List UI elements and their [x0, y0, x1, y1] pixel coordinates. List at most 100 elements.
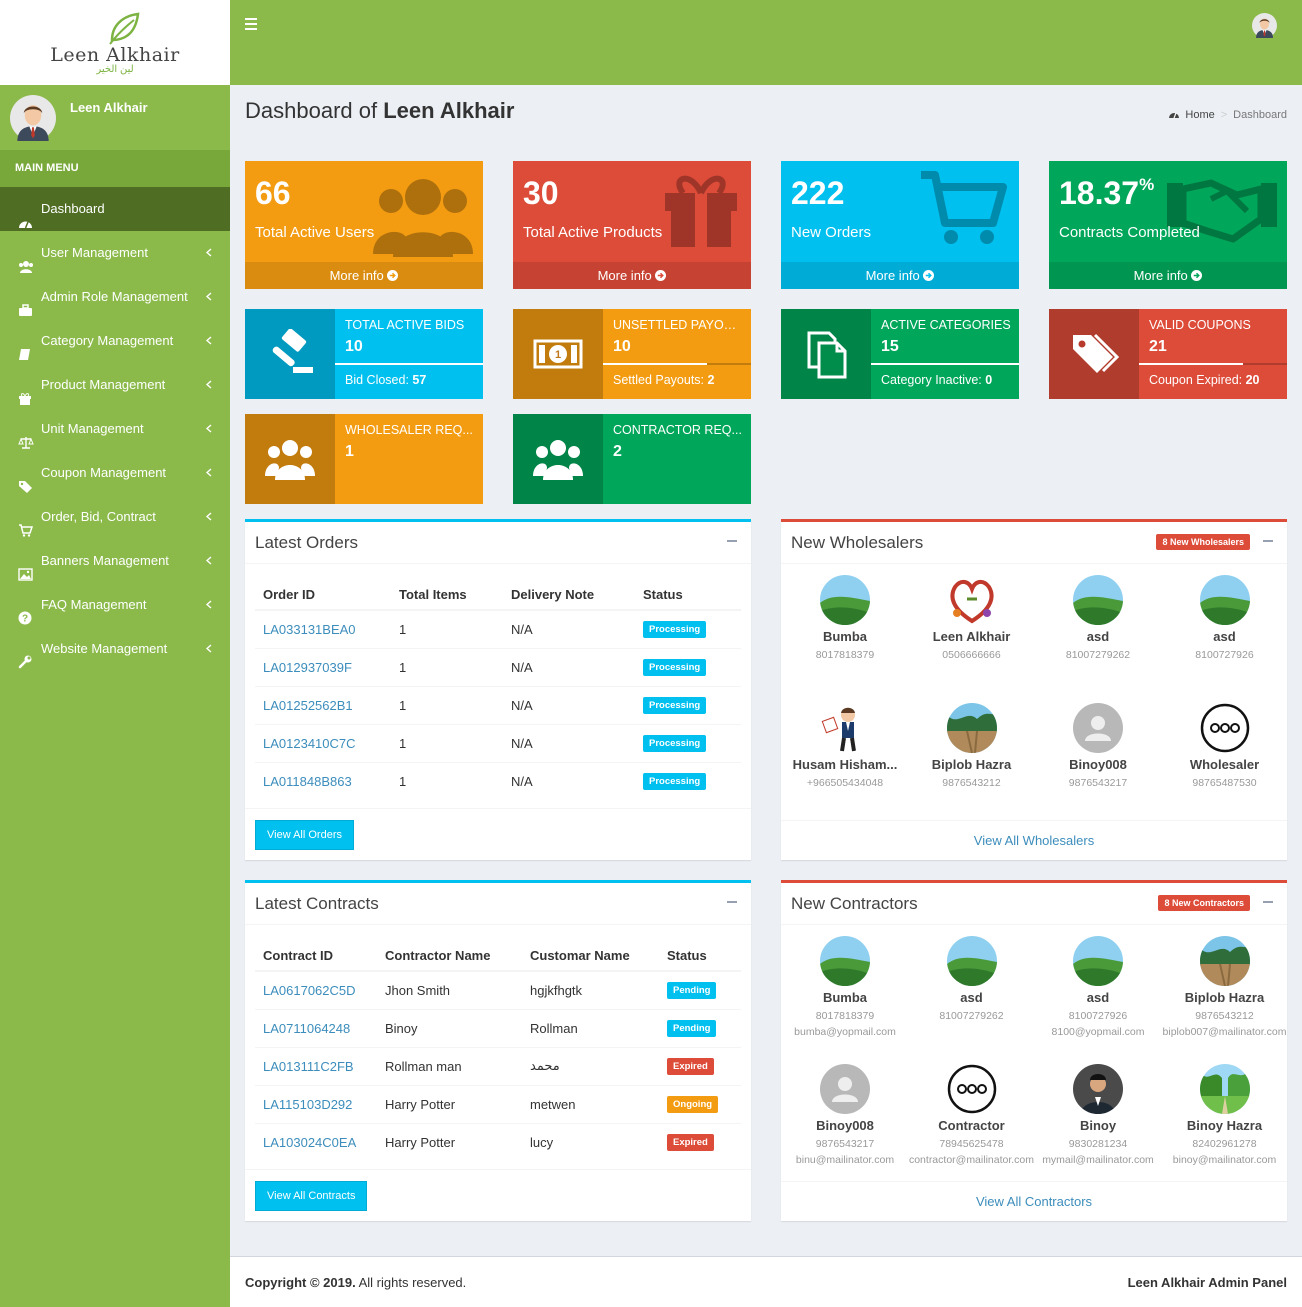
contract-id-link[interactable]: LA0711064248: [263, 1021, 350, 1036]
sidebar-item-order-bid-contract[interactable]: Order, Bid, Contract: [0, 495, 230, 539]
stat-value: 222: [791, 175, 845, 211]
user-card[interactable]: asd 8100727926: [1162, 575, 1288, 661]
contract-id-link[interactable]: LA0617062C5D: [263, 983, 356, 998]
gift-icon: [661, 169, 741, 252]
user-name[interactable]: Leen Alkhair: [909, 629, 1035, 644]
column-header: Customar Name: [522, 941, 659, 972]
user-name[interactable]: Biplob Hazra: [1162, 990, 1288, 1005]
user-avatar[interactable]: [946, 1064, 997, 1114]
user-name[interactable]: Contractor: [909, 1118, 1035, 1133]
contract-id-link[interactable]: LA013111C2FB: [263, 1059, 354, 1074]
status-badge: Processing: [643, 697, 707, 714]
user-card[interactable]: Contractor 78945625478 contractor@mailinat…: [909, 1064, 1035, 1166]
user-avatar[interactable]: [1199, 575, 1250, 625]
user-avatar[interactable]: [946, 575, 997, 625]
user-card[interactable]: Bumba 8017818379: [782, 575, 908, 661]
more-info-link[interactable]: More info: [513, 262, 751, 289]
sidebar-toggle-icon[interactable]: [245, 18, 257, 30]
user-card[interactable]: Bumba 8017818379 bumba@yopmail.com: [782, 936, 908, 1038]
more-info-link[interactable]: More info: [1049, 262, 1287, 289]
user-avatar[interactable]: [1199, 1064, 1250, 1114]
user-name[interactable]: asd: [1162, 629, 1288, 644]
user-avatar[interactable]: [820, 936, 870, 986]
order-id-link[interactable]: LA011848B863: [263, 774, 352, 789]
user-card[interactable]: asd 8100727926 8100@yopmail.com: [1035, 936, 1161, 1038]
user-name[interactable]: Biplob Hazra: [909, 757, 1035, 772]
user-card[interactable]: Binoy008 9876543217 binu@mailinator.com: [782, 1064, 908, 1166]
table-row: LA013111C2FB Rollman man محمد Expired: [255, 1046, 741, 1085]
collapse-icon[interactable]: [727, 901, 737, 903]
user-avatar[interactable]: [946, 936, 997, 986]
user-avatar[interactable]: [820, 703, 870, 753]
order-id-link[interactable]: LA033131BEA0: [263, 622, 356, 637]
user-card[interactable]: Wholesaler 98765487530: [1162, 703, 1288, 789]
sidebar-item-dashboard[interactable]: Dashboard: [0, 187, 230, 231]
user-avatar[interactable]: [1073, 1064, 1123, 1114]
contract-id-link[interactable]: LA103024C0EA: [263, 1135, 356, 1150]
user-name[interactable]: Binoy: [1035, 1118, 1161, 1133]
user-name[interactable]: asd: [909, 990, 1035, 1005]
user-avatar[interactable]: [1199, 703, 1250, 753]
collapse-icon[interactable]: [1263, 540, 1273, 542]
user-avatar[interactable]: [1252, 13, 1277, 38]
sidebar-item-admin-role-management[interactable]: Admin Role Management: [0, 275, 230, 319]
user-name[interactable]: asd: [1035, 990, 1161, 1005]
user-card[interactable]: Biplob Hazra 9876543212: [909, 703, 1035, 789]
user-avatar[interactable]: [1199, 936, 1250, 986]
book-icon: [18, 335, 34, 360]
view-all-wholesalers-link[interactable]: View All Wholesalers: [781, 820, 1287, 860]
user-avatar[interactable]: [1073, 936, 1123, 986]
stat-label: Total Active Products: [523, 224, 663, 241]
user-card[interactable]: Husam Hisham... +966505434048: [782, 703, 908, 789]
status-badge: Processing: [643, 659, 707, 676]
user-card[interactable]: asd 81007279262: [909, 936, 1035, 1038]
panel-title: Latest Orders: [255, 533, 358, 552]
user-avatar[interactable]: [1073, 575, 1123, 625]
user-name[interactable]: asd: [1035, 629, 1161, 644]
user-name[interactable]: Husam Hisham...: [782, 757, 908, 772]
user-name[interactable]: Binoy008: [782, 1118, 908, 1133]
user-email: contractor@mailinator.com: [908, 1154, 1035, 1166]
sidebar-item-user-management[interactable]: User Management: [0, 231, 230, 275]
sidebar-item-product-management[interactable]: Product Management: [0, 363, 230, 407]
logo[interactable]: Leen Alkhair لين الخير: [0, 0, 230, 85]
order-id-link[interactable]: LA01252562B1: [263, 698, 353, 713]
breadcrumb-home[interactable]: Home: [1185, 109, 1214, 121]
sidebar-item-coupon-management[interactable]: Coupon Management: [0, 451, 230, 495]
sidebar-item-website-management[interactable]: Website Management: [0, 627, 230, 671]
user-card[interactable]: Binoy008 9876543217: [1035, 703, 1161, 789]
order-id-link[interactable]: LA012937039F: [263, 660, 352, 675]
user-name[interactable]: Binoy Hazra: [1162, 1118, 1288, 1133]
collapse-icon[interactable]: [1263, 901, 1273, 903]
user-avatar[interactable]: [1073, 703, 1123, 753]
user-card[interactable]: Binoy 9830281234 mymail@mailinator.com: [1035, 1064, 1161, 1166]
user-avatar[interactable]: [820, 1064, 870, 1114]
briefcase-icon: [18, 291, 34, 316]
user-name[interactable]: Wholesaler: [1162, 757, 1288, 772]
user-card[interactable]: Leen Alkhair 0506666666: [909, 575, 1035, 661]
stat-box: 18.37% Contracts Completed More info: [1049, 161, 1287, 289]
contract-id-link[interactable]: LA115103D292: [263, 1097, 352, 1112]
user-name[interactable]: Bumba: [782, 629, 908, 644]
user-avatar[interactable]: [946, 703, 997, 753]
user-card[interactable]: Biplob Hazra 9876543212 biplob007@mailinat…: [1162, 936, 1288, 1038]
sidebar-item-category-management[interactable]: Category Management: [0, 319, 230, 363]
order-id-link[interactable]: LA0123410C7C: [263, 736, 356, 751]
more-info-link[interactable]: More info: [781, 262, 1019, 289]
view-all-orders-button[interactable]: View All Orders: [255, 820, 354, 850]
sidebar-item-banners-management[interactable]: Banners Management: [0, 539, 230, 583]
user-card[interactable]: Binoy Hazra 82402961278 binoy@mailinator.c…: [1162, 1064, 1288, 1166]
sidebar-item-unit-management[interactable]: Unit Management: [0, 407, 230, 451]
sidebar-item-faq-management[interactable]: ? FAQ Management: [0, 583, 230, 627]
users-icon: [373, 169, 473, 262]
collapse-icon[interactable]: [727, 540, 737, 542]
user-avatar[interactable]: [820, 575, 870, 625]
user-name[interactable]: Binoy008: [1035, 757, 1161, 772]
view-all-contractors-link[interactable]: View All Contractors: [781, 1181, 1287, 1221]
user-name[interactable]: Bumba: [782, 990, 908, 1005]
user-card[interactable]: asd 81007279262: [1035, 575, 1161, 661]
sidebar-item-label: Admin Role Management: [41, 289, 188, 304]
more-info-link[interactable]: More info: [245, 262, 483, 289]
view-all-contracts-button[interactable]: View All Contracts: [255, 1181, 368, 1211]
user-email: bumba@yopmail.com: [794, 1026, 896, 1038]
